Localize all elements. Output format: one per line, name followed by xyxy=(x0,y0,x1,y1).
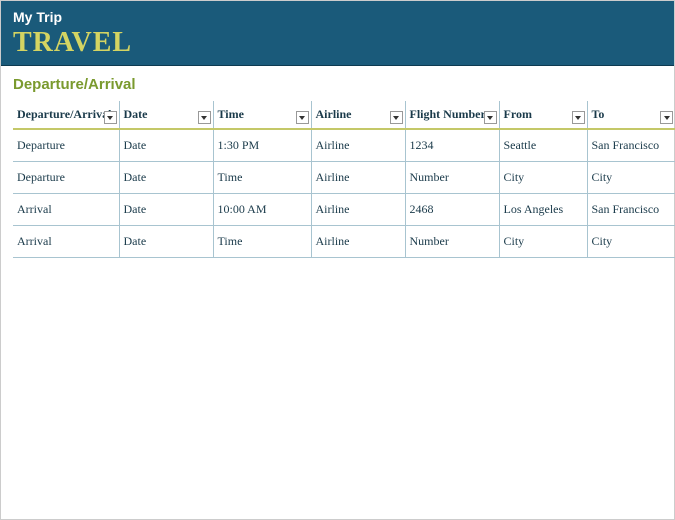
column-header[interactable]: Flight Number xyxy=(405,101,499,129)
column-label: Departure/Arrival xyxy=(17,107,111,121)
cell[interactable]: Departure xyxy=(13,162,119,194)
filter-dropdown-icon[interactable] xyxy=(390,111,403,124)
cell[interactable]: 2468 xyxy=(405,194,499,226)
column-label: From xyxy=(504,107,532,121)
table-row: Departure Date 1:30 PM Airline 1234 Seat… xyxy=(13,129,675,162)
table-row: Arrival Date Time Airline Number City Ci… xyxy=(13,226,675,258)
cell[interactable]: Time xyxy=(213,226,311,258)
column-header[interactable]: To xyxy=(587,101,675,129)
column-header[interactable]: Airline xyxy=(311,101,405,129)
column-label: Flight Number xyxy=(410,107,486,121)
filter-dropdown-icon[interactable] xyxy=(198,111,211,124)
cell[interactable]: City xyxy=(499,226,587,258)
cell[interactable]: Date xyxy=(119,194,213,226)
column-header[interactable]: From xyxy=(499,101,587,129)
cell[interactable]: City xyxy=(587,162,675,194)
column-header[interactable]: Date xyxy=(119,101,213,129)
cell[interactable]: Arrival xyxy=(13,226,119,258)
cell[interactable]: Date xyxy=(119,226,213,258)
cell[interactable]: Arrival xyxy=(13,194,119,226)
column-label: Date xyxy=(124,107,148,121)
cell[interactable]: 10:00 AM xyxy=(213,194,311,226)
table-row: Departure Date Time Airline Number City … xyxy=(13,162,675,194)
column-label: Airline xyxy=(316,107,352,121)
cell[interactable]: 1:30 PM xyxy=(213,129,311,162)
cell[interactable]: Departure xyxy=(13,129,119,162)
travel-table: Departure/Arrival Date Time Airline Flig… xyxy=(13,101,675,258)
cell[interactable]: San Francisco xyxy=(587,129,675,162)
filter-dropdown-icon[interactable] xyxy=(660,111,673,124)
cell[interactable]: Date xyxy=(119,162,213,194)
cell[interactable]: City xyxy=(499,162,587,194)
table-header-row: Departure/Arrival Date Time Airline Flig… xyxy=(13,101,675,129)
column-label: To xyxy=(592,107,605,121)
column-label: Time xyxy=(218,107,244,121)
section-title: Departure/Arrival xyxy=(13,76,662,93)
column-header[interactable]: Time xyxy=(213,101,311,129)
cell[interactable]: Airline xyxy=(311,226,405,258)
cell[interactable]: 1234 xyxy=(405,129,499,162)
cell[interactable]: Number xyxy=(405,162,499,194)
cell[interactable]: City xyxy=(587,226,675,258)
filter-dropdown-icon[interactable] xyxy=(296,111,309,124)
cell[interactable]: Number xyxy=(405,226,499,258)
header-title: TRAVEL xyxy=(13,27,662,59)
column-header[interactable]: Departure/Arrival xyxy=(13,101,119,129)
filter-dropdown-icon[interactable] xyxy=(484,111,497,124)
filter-dropdown-icon[interactable] xyxy=(104,111,117,124)
cell[interactable]: Airline xyxy=(311,162,405,194)
cell[interactable]: Airline xyxy=(311,129,405,162)
cell[interactable]: Seattle xyxy=(499,129,587,162)
cell[interactable]: Time xyxy=(213,162,311,194)
header-subtitle: My Trip xyxy=(13,9,662,25)
cell[interactable]: Date xyxy=(119,129,213,162)
content-area: Departure/Arrival Departure/Arrival Date… xyxy=(1,66,674,268)
page-header: My Trip TRAVEL xyxy=(1,1,674,66)
cell[interactable]: San Francisco xyxy=(587,194,675,226)
table-row: Arrival Date 10:00 AM Airline 2468 Los A… xyxy=(13,194,675,226)
cell[interactable]: Los Angeles xyxy=(499,194,587,226)
filter-dropdown-icon[interactable] xyxy=(572,111,585,124)
cell[interactable]: Airline xyxy=(311,194,405,226)
